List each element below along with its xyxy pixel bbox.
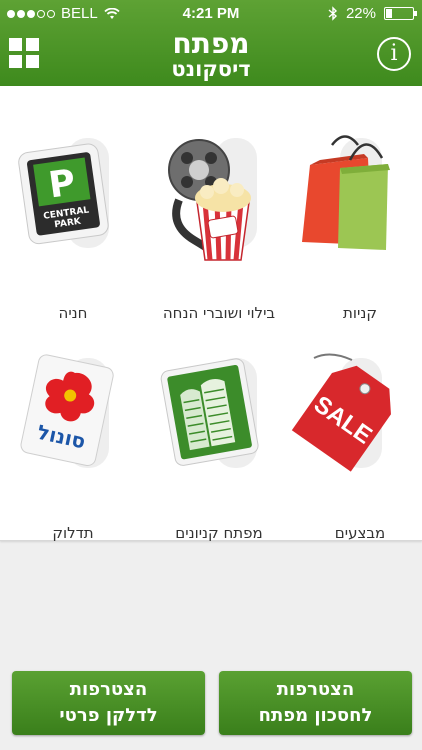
- sale-tag-icon: SALE: [291, 353, 391, 472]
- join-fuel-button[interactable]: הצטרפות לדלקן פרטי: [12, 671, 205, 735]
- mall-building-icon: [160, 358, 259, 468]
- tile-label-leisure: בילוי ושוברי הנחה: [162, 304, 276, 322]
- tile-malls[interactable]: מפתח קניונים: [149, 350, 289, 555]
- bluetooth-icon: [328, 6, 337, 21]
- battery-percent: 22%: [345, 5, 376, 22]
- tile-label-malls: מפתח קניונים: [175, 524, 263, 542]
- popcorn-film-icon: [168, 138, 257, 261]
- app-header: BELL 4:21 PM 22% מפתח דיסקונט i: [0, 0, 422, 86]
- sonol-fuel-icon: סונול: [20, 354, 114, 468]
- tile-label-shopping: קניות: [343, 304, 377, 322]
- status-bar: BELL 4:21 PM 22%: [0, 0, 422, 28]
- tile-label-parking: חניה: [58, 304, 88, 322]
- tile-parking[interactable]: P CENTRAL PARK חניה: [3, 130, 143, 335]
- tile-fuel[interactable]: סונול תדלוק: [3, 350, 143, 555]
- central-park-parking-icon: P CENTRAL PARK: [18, 138, 109, 248]
- tile-shopping[interactable]: קניות: [290, 130, 422, 335]
- battery-icon: [384, 7, 417, 20]
- tile-leisure[interactable]: בילוי ושוברי הנחה: [149, 130, 289, 335]
- join-key-savings-button[interactable]: הצטרפות לחסכון מפתח: [219, 671, 412, 735]
- app-logo: מפתח דיסקונט: [171, 27, 251, 81]
- tile-label-fuel: תדלוק: [52, 524, 94, 542]
- shopping-bags-icon: [302, 135, 390, 250]
- info-button[interactable]: i: [377, 37, 411, 71]
- tile-label-sales: מבצעים: [334, 524, 386, 542]
- svg-text:P: P: [46, 162, 78, 206]
- category-grid: P CENTRAL PARK חניה בילוי ושוברי הנחה קנ…: [0, 86, 422, 542]
- tile-sales[interactable]: SALE מבצעים: [290, 350, 422, 555]
